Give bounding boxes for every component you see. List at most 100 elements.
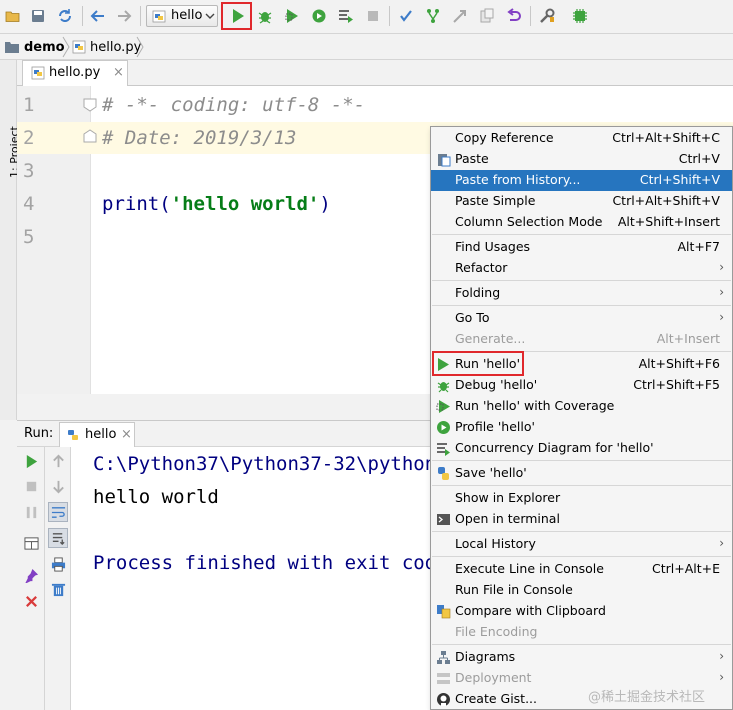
stop-icon[interactable]: [21, 476, 41, 496]
project-tool-tab[interactable]: 1: Project: [0, 124, 21, 179]
console-output-line: hello world: [93, 486, 219, 508]
rerun-icon[interactable]: [21, 451, 41, 471]
menu-item-label: Deployment: [455, 670, 532, 685]
vcs-revert-icon[interactable]: [503, 5, 525, 27]
menu-item-save-hello[interactable]: Save 'hello': [431, 463, 732, 484]
chevron-down-icon: [205, 13, 215, 19]
back-icon[interactable]: [87, 5, 109, 27]
profile-icon: [437, 421, 450, 434]
menu-item-column-selection-mode[interactable]: Column Selection Mode Alt+Shift+Insert: [431, 212, 732, 233]
forward-icon[interactable]: [113, 5, 135, 27]
menu-separator: [432, 531, 731, 532]
fold-end-icon[interactable]: [83, 129, 97, 143]
breadcrumb-item-file[interactable]: hello.py: [72, 38, 141, 56]
run-toolbar-primary: [17, 447, 45, 710]
sync-icon[interactable]: [54, 5, 76, 27]
menu-item-shortcut: Ctrl+Shift+F5: [633, 377, 720, 392]
menu-item-compare-with-clipboard[interactable]: Compare with Clipboard: [431, 601, 732, 622]
breadcrumb-item-project[interactable]: demo: [4, 38, 65, 56]
menu-item-run-with-coverage[interactable]: Run 'hello' with Coverage: [431, 396, 732, 417]
run-config-selector[interactable]: hello: [146, 5, 218, 27]
menu-item-label: Run File in Console: [455, 582, 573, 597]
github-icon: [437, 693, 450, 706]
menu-item-label: Copy Reference: [455, 130, 554, 145]
main-toolbar: hello: [0, 0, 733, 34]
menu-item-profile-hello[interactable]: Profile 'hello': [431, 417, 732, 438]
console-exit-line: Process finished with exit code: [93, 552, 448, 574]
vcs-compare-icon[interactable]: [449, 5, 471, 27]
line-number: 5: [23, 226, 35, 248]
menu-item-shortcut: Alt+Shift+Insert: [617, 214, 720, 229]
editor-tab-hello-py[interactable]: hello.py ×: [22, 60, 128, 86]
debug-icon[interactable]: [254, 5, 276, 27]
arrow-down-icon[interactable]: [48, 476, 68, 496]
trash-icon[interactable]: [48, 579, 68, 599]
menu-item-label: Save 'hello': [455, 465, 527, 480]
run-toolbar-secondary: [45, 447, 71, 710]
menu-item-paste[interactable]: Paste Ctrl+V: [431, 149, 732, 170]
fold-start-icon[interactable]: [83, 98, 97, 112]
stop-icon[interactable]: [362, 5, 384, 27]
open-icon[interactable]: [2, 5, 24, 27]
pin-icon[interactable]: [21, 565, 41, 585]
menu-item-folding[interactable]: Folding ›: [431, 283, 732, 304]
menu-item-shortcut: Ctrl+Alt+Shift+C: [612, 130, 720, 145]
menu-item-go-to[interactable]: Go To ›: [431, 308, 732, 329]
close-icon[interactable]: ×: [113, 65, 124, 80]
breadcrumb-separator-icon: [136, 36, 144, 58]
pause-icon[interactable]: [21, 502, 41, 522]
menu-item-paste-from-history[interactable]: Paste from History... Ctrl+Shift+V: [431, 170, 732, 191]
menu-item-label: Create Gist...: [455, 691, 538, 706]
arrow-up-icon[interactable]: [48, 451, 68, 471]
menu-item-show-in-explorer[interactable]: Show in Explorer: [431, 488, 732, 509]
menu-item-debug-hello[interactable]: Debug 'hello' Ctrl+Shift+F5: [431, 375, 732, 396]
print-icon[interactable]: [48, 554, 68, 574]
line-number: 1: [23, 94, 35, 116]
vcs-history-icon[interactable]: [476, 5, 498, 27]
sdk-icon[interactable]: [569, 5, 591, 27]
scroll-to-end-icon[interactable]: [48, 528, 68, 548]
menu-item-open-in-terminal[interactable]: Open in terminal: [431, 509, 732, 530]
menu-item-diagrams[interactable]: Diagrams ›: [431, 647, 732, 668]
soft-wrap-icon[interactable]: [48, 502, 68, 522]
menu-item-label: Show in Explorer: [455, 490, 561, 505]
menu-item-label: Folding: [455, 285, 501, 300]
run-tab-hello[interactable]: hello ×: [59, 422, 135, 447]
menu-item-execute-line-in-console[interactable]: Execute Line in Console Ctrl+Alt+E: [431, 559, 732, 580]
vcs-update-icon[interactable]: [395, 5, 417, 27]
menu-item-concurrency-diagram[interactable]: Concurrency Diagram for 'hello': [431, 438, 732, 459]
code-string-literal: 'hello world': [170, 193, 320, 215]
menu-item-find-usages[interactable]: Find Usages Alt+F7: [431, 237, 732, 258]
menu-item-shortcut: Alt+Shift+F6: [638, 356, 720, 371]
vcs-commit-icon[interactable]: [422, 5, 444, 27]
restore-layout-icon[interactable]: [21, 533, 41, 553]
menu-item-shortcut: Ctrl+Alt+E: [651, 561, 720, 576]
editor-tab-bar: hello.py ×: [17, 60, 733, 86]
concurrency-icon[interactable]: [335, 5, 357, 27]
menu-item-shortcut: Alt+F7: [677, 239, 720, 254]
close-icon[interactable]: ×: [121, 427, 132, 442]
close-run-icon[interactable]: [21, 591, 41, 611]
menu-item-refactor[interactable]: Refactor ›: [431, 258, 732, 279]
line-number: 3: [23, 160, 35, 182]
profile-icon[interactable]: [308, 5, 330, 27]
save-icon[interactable]: [27, 5, 49, 27]
deployment-icon: [437, 673, 450, 684]
coverage-icon[interactable]: [281, 5, 303, 27]
menu-separator: [432, 485, 731, 486]
menu-item-generate[interactable]: Generate... Alt+Insert: [431, 329, 732, 350]
settings-icon[interactable]: [536, 5, 558, 27]
menu-item-local-history[interactable]: Local History ›: [431, 534, 732, 555]
menu-item-paste-simple[interactable]: Paste Simple Ctrl+Alt+Shift+V: [431, 191, 732, 212]
menu-item-label: Paste: [455, 151, 489, 166]
menu-item-shortcut: Ctrl+Alt+Shift+V: [612, 193, 720, 208]
submenu-arrow-icon: ›: [719, 260, 724, 274]
menu-item-file-encoding[interactable]: File Encoding: [431, 622, 732, 643]
menu-item-run-file-in-console[interactable]: Run File in Console: [431, 580, 732, 601]
menu-item-label: Profile 'hello': [455, 419, 535, 434]
coverage-icon: [436, 400, 450, 413]
menu-item-label: Diagrams: [455, 649, 516, 664]
run-config-label: hello: [171, 8, 203, 23]
breadcrumb-project-label: demo: [24, 39, 65, 55]
menu-item-copy-reference[interactable]: Copy Reference Ctrl+Alt+Shift+C: [431, 128, 732, 149]
